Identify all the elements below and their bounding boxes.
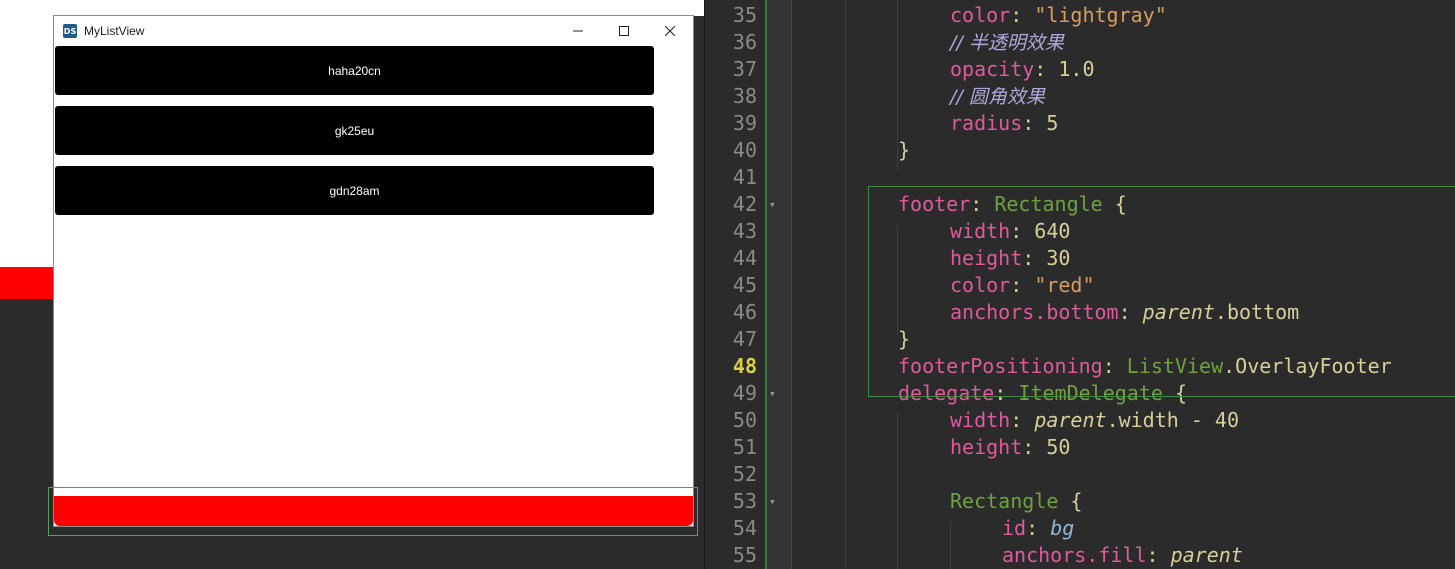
line-number: 42 <box>732 192 757 216</box>
code-token: color <box>950 3 1011 27</box>
line-number: 54 <box>732 516 757 540</box>
list-item[interactable]: gk25eu <box>55 106 654 155</box>
code-line[interactable]: 52 <box>705 461 1455 488</box>
code-token: : <box>1026 516 1051 540</box>
footer-highlight-box <box>48 487 698 536</box>
line-number: 36 <box>732 30 757 54</box>
code-text: id: bg <box>1002 515 1074 542</box>
minimize-button[interactable] <box>555 16 601 46</box>
code-text: radius: 5 <box>950 110 1058 137</box>
code-token: : <box>1146 543 1171 567</box>
code-highlight-box <box>868 186 1455 397</box>
code-text: color: "lightgray" <box>950 2 1167 29</box>
fold-arrow-icon[interactable]: ▾ <box>769 380 781 407</box>
line-number: 44 <box>732 246 757 270</box>
close-button[interactable] <box>647 16 693 46</box>
code-token: "lightgray" <box>1034 3 1167 27</box>
code-line[interactable]: 38 // 圆角效果 <box>705 83 1455 110</box>
line-number: 39 <box>732 111 757 135</box>
code-token: bg <box>1050 516 1075 540</box>
code-token: : <box>1010 408 1035 432</box>
line-number: 37 <box>732 57 757 81</box>
code-token: // 半透明效果 <box>950 32 1064 54</box>
line-number: 47 <box>732 327 757 351</box>
app-window: DS MyListView haha20cn gk25eu gdn28am <box>53 15 694 527</box>
code-token: parent <box>1034 408 1107 432</box>
line-number: 50 <box>732 408 757 432</box>
line-number: 55 <box>732 543 757 567</box>
code-token: } <box>898 138 911 162</box>
code-token: Rectangle <box>950 489 1059 513</box>
line-number: 35 <box>732 3 757 27</box>
code-text: width: parent.width - 40 <box>950 407 1239 434</box>
background-window-edge <box>678 0 705 16</box>
code-token: height <box>950 435 1023 459</box>
code-line[interactable]: 39 radius: 5 <box>705 110 1455 137</box>
code-token: anchors.fill <box>1002 543 1147 567</box>
line-number: 51 <box>732 435 757 459</box>
title-bar[interactable]: DS MyListView <box>54 16 693 46</box>
line-number: 48 <box>732 354 757 378</box>
code-line[interactable]: 36 // 半透明效果 <box>705 29 1455 56</box>
code-text: anchors.fill: parent <box>1002 542 1243 569</box>
code-text: } <box>898 137 910 164</box>
code-token: id <box>1002 516 1027 540</box>
list-item[interactable]: haha20cn <box>55 46 654 95</box>
code-line[interactable]: 54 id: bg <box>705 515 1455 542</box>
code-line[interactable]: 35 color: "lightgray" <box>705 2 1455 29</box>
line-number: 52 <box>732 462 757 486</box>
code-token: // 圆角效果 <box>950 86 1045 108</box>
code-token: : 1.0 <box>1034 57 1095 81</box>
code-token: { <box>1058 489 1083 513</box>
app-icon: DS <box>63 24 77 38</box>
code-line[interactable]: 55 anchors.fill: parent <box>705 542 1455 569</box>
code-token: : 5 <box>1022 111 1059 135</box>
minimize-icon <box>573 30 583 32</box>
code-line[interactable]: 51 height: 50 <box>705 434 1455 461</box>
list-item[interactable]: gdn28am <box>55 166 654 215</box>
background-red-strip <box>0 267 60 299</box>
line-number: 38 <box>732 84 757 108</box>
code-token: opacity <box>950 57 1035 81</box>
line-number: 45 <box>732 273 757 297</box>
line-number: 40 <box>732 138 757 162</box>
line-number: 43 <box>732 219 757 243</box>
code-token: .width - 40 <box>1106 408 1240 432</box>
code-line[interactable]: 53 ▾ Rectangle { <box>705 488 1455 515</box>
line-number: 53 <box>732 489 757 513</box>
code-token: radius <box>950 111 1023 135</box>
code-token: width <box>950 408 1011 432</box>
line-number: 46 <box>732 300 757 324</box>
fold-arrow-icon[interactable]: ▾ <box>769 191 781 218</box>
code-text: // 半透明效果 <box>950 29 1064 57</box>
code-text: // 圆角效果 <box>950 83 1045 111</box>
fold-arrow-icon[interactable]: ▾ <box>769 488 781 515</box>
code-text: height: 50 <box>950 434 1070 461</box>
code-token: : 50 <box>1022 435 1071 459</box>
window-title: MyListView <box>84 24 145 38</box>
code-token: parent <box>1170 543 1243 567</box>
code-line[interactable]: 40} <box>705 137 1455 164</box>
maximize-button[interactable] <box>601 16 647 46</box>
code-line[interactable]: 50 width: parent.width - 40 <box>705 407 1455 434</box>
code-token: : <box>1010 3 1035 27</box>
code-line[interactable]: 37 opacity: 1.0 <box>705 56 1455 83</box>
maximize-icon <box>619 26 629 36</box>
line-number: 41 <box>732 165 757 189</box>
code-text: opacity: 1.0 <box>950 56 1095 83</box>
close-icon <box>665 26 675 36</box>
line-number: 49 <box>732 381 757 405</box>
code-text: Rectangle { <box>950 488 1082 515</box>
